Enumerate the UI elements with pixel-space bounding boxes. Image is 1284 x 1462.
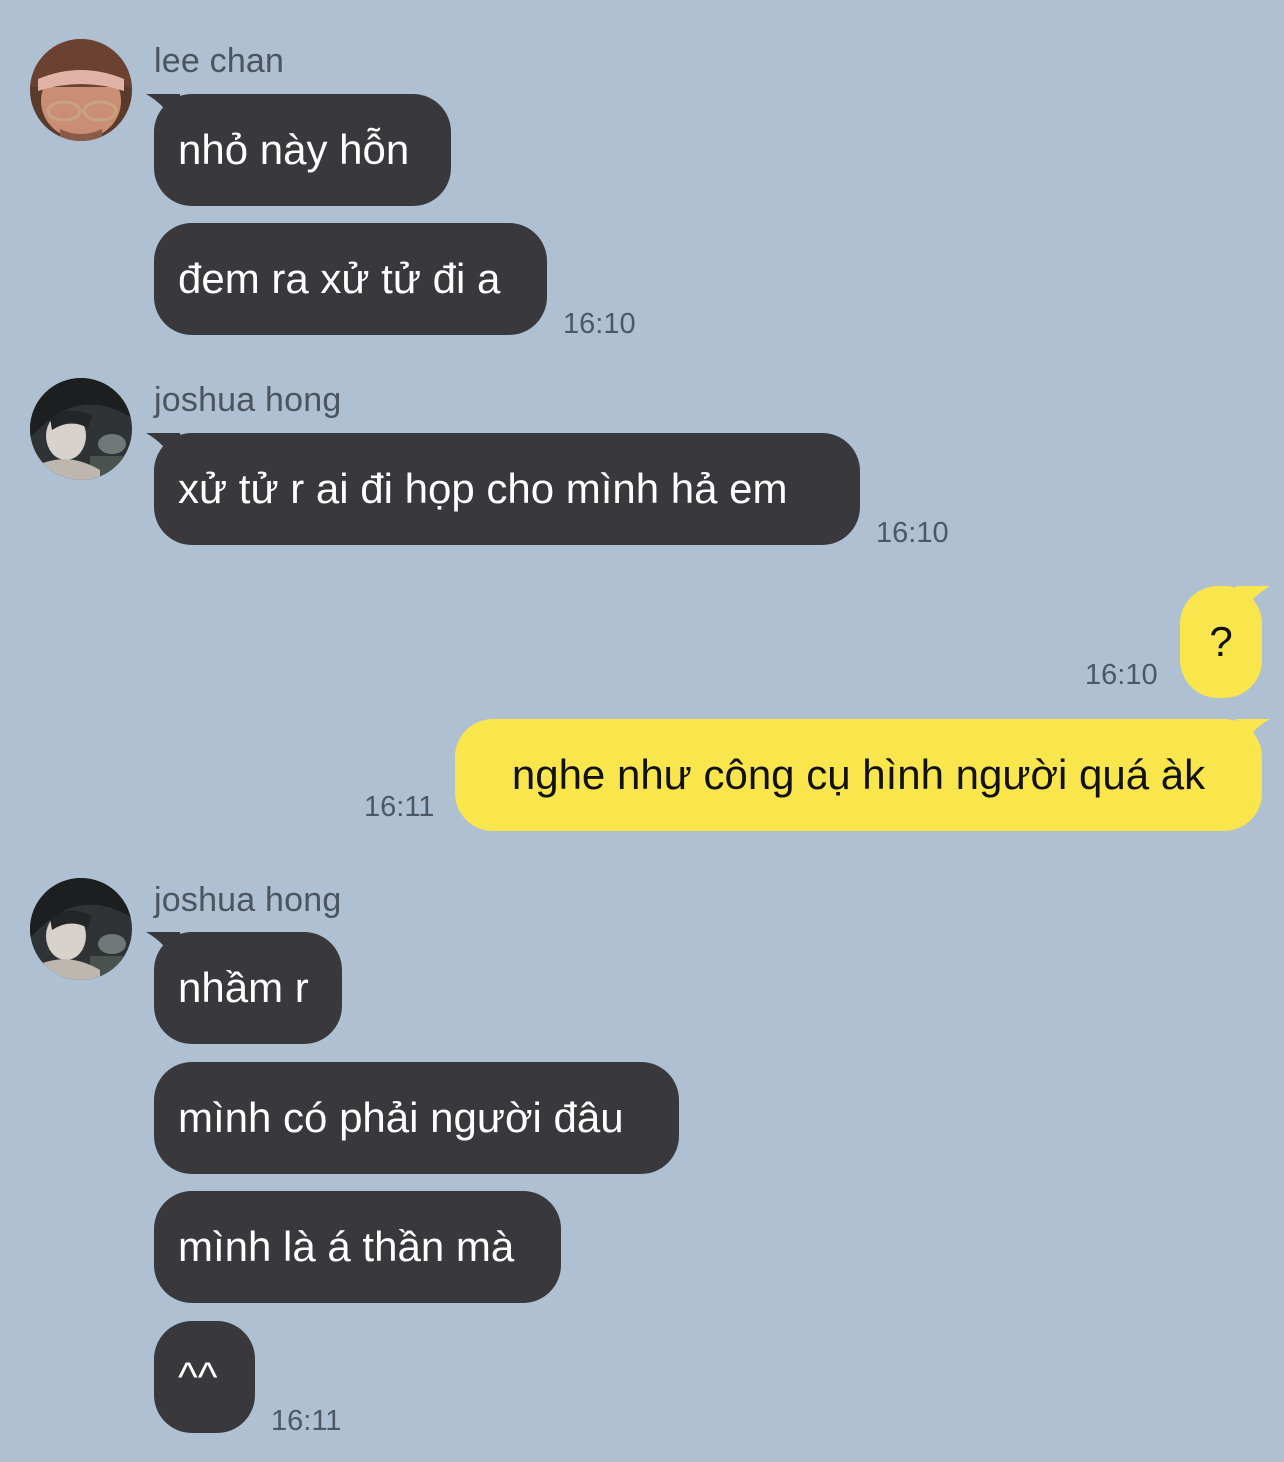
avatar-joshua-hong[interactable] [30,378,132,480]
message-bubble[interactable]: nhầm r [146,932,342,1044]
message-text: nhỏ này hỗn [178,126,410,173]
avatar-joshua-hong[interactable] [30,878,132,980]
sender-name: joshua hong [154,381,342,419]
message-timestamp: 16:11 [364,791,435,823]
message-text: ? [1209,618,1233,665]
message-text: ^^ [178,1353,218,1400]
profile-photo-icon [30,878,132,980]
message-bubble-outgoing[interactable]: nghe như công cụ hình người quá àk [455,719,1270,831]
profile-photo-icon [30,378,132,480]
message-bubble[interactable]: mình có phải người đâu [154,1062,679,1174]
message-timestamp: 16:11 [271,1405,342,1437]
avatar-lee-chan[interactable] [30,39,132,141]
message-timestamp: 16:10 [1085,659,1158,691]
message-text: mình là á thần mà [178,1223,515,1270]
bubble-tail-icon [146,932,180,966]
message-text: đem ra xử tử đi a [178,255,501,302]
bubble-tail-icon [1236,719,1270,753]
chat-thread[interactable]: lee chan nhỏ này hỗn đem ra xử tử đi a 1… [0,0,1284,1462]
message-text: mình có phải người đâu [178,1094,624,1141]
bubble-tail-icon [146,433,180,467]
message-text: xử tử r ai đi họp cho mình hả em [178,465,788,512]
sender-name: lee chan [154,42,285,80]
message-timestamp: 16:10 [876,517,949,549]
message-bubble[interactable]: mình là á thần mà [154,1191,561,1303]
message-text: nhầm r [178,964,309,1011]
message-bubble[interactable]: xử tử r ai đi họp cho mình hả em [146,433,860,545]
message-text: nghe như công cụ hình người quá àk [511,751,1206,798]
bubble-tail-icon [146,94,180,128]
sender-name: joshua hong [154,881,342,919]
message-bubble[interactable]: ^^ [154,1321,255,1433]
message-bubble-outgoing[interactable]: ? [1180,586,1270,698]
message-bubble[interactable]: đem ra xử tử đi a [154,223,547,335]
profile-photo-icon [30,39,132,141]
bubble-tail-icon [1236,586,1270,620]
message-timestamp: 16:10 [563,308,636,340]
message-bubble[interactable]: nhỏ này hỗn [146,94,451,206]
